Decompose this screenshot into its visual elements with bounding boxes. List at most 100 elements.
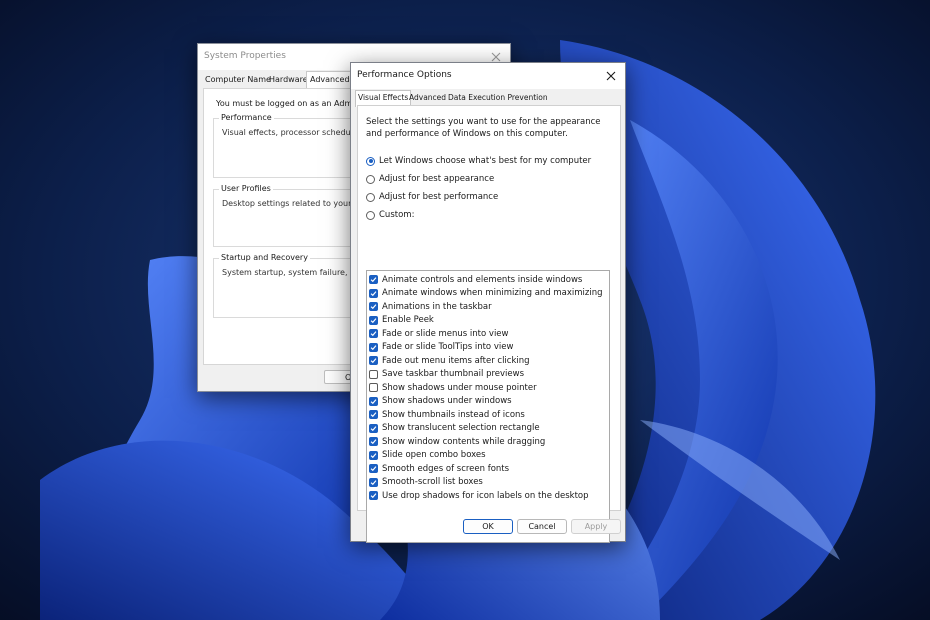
performance-options-titlebar[interactable]: Performance Options: [351, 63, 625, 89]
performance-options-window: Performance Options Visual Effects Advan…: [350, 62, 626, 543]
effect-list-item[interactable]: Enable Peek: [369, 314, 607, 328]
checkbox-checked[interactable]: [369, 288, 378, 298]
effect-label: Fade or slide menus into view: [382, 328, 509, 339]
visual-effects-list-items: Animate controls and elements inside win…: [369, 273, 607, 503]
effect-list-item[interactable]: Show thumbnails instead of icons: [369, 408, 607, 422]
performance-options-title: Performance Options: [357, 70, 452, 80]
effect-list-item[interactable]: Fade or slide menus into view: [369, 327, 607, 341]
close-icon: [491, 52, 501, 62]
apply-button[interactable]: Apply: [571, 519, 621, 534]
checkmark-icon: [370, 452, 377, 458]
checkbox-checked[interactable]: [369, 329, 378, 339]
radio-button[interactable]: [366, 174, 375, 184]
checkmark-icon: [370, 344, 377, 350]
checkmark-icon: [370, 277, 377, 283]
radio-label: Let Windows choose what's best for my co…: [379, 156, 592, 166]
effect-list-item[interactable]: Fade or slide ToolTips into view: [369, 341, 607, 355]
radio-custom[interactable]: Custom:: [366, 208, 414, 222]
effect-list-item[interactable]: Use drop shadows for icon labels on the …: [369, 489, 607, 503]
effect-label: Fade out menu items after clicking: [382, 355, 530, 366]
ok-button[interactable]: OK: [463, 519, 513, 534]
effect-list-item[interactable]: Smooth edges of screen fonts: [369, 462, 607, 476]
checkmark-icon: [370, 439, 377, 445]
system-properties-title: System Properties: [204, 51, 286, 61]
checkbox-checked[interactable]: [369, 464, 378, 474]
visual-effects-panel: Select the settings you want to use for …: [357, 105, 621, 543]
checkbox-checked[interactable]: [369, 477, 378, 487]
tab-advanced[interactable]: Advanced: [306, 71, 354, 88]
effect-label: Show shadows under mouse pointer: [382, 382, 537, 393]
effect-label: Animations in the taskbar: [382, 301, 492, 312]
checkmark-icon: [370, 398, 377, 404]
checkmark-icon: [370, 412, 377, 418]
cancel-button[interactable]: Cancel: [517, 519, 567, 534]
effect-list-item[interactable]: Slide open combo boxes: [369, 449, 607, 463]
checkmark-icon: [370, 290, 377, 296]
effect-list-item[interactable]: Animations in the taskbar: [369, 300, 607, 314]
visual-effects-list[interactable]: Animate controls and elements inside win…: [366, 270, 610, 543]
tab-hardware[interactable]: Hardware: [266, 72, 311, 87]
startup-recovery-group-label: Startup and Recovery: [219, 253, 310, 262]
effect-label: Animate controls and elements inside win…: [382, 274, 583, 285]
checkbox-checked[interactable]: [369, 315, 378, 325]
checkbox-checked[interactable]: [369, 396, 378, 406]
radio-label: Adjust for best performance: [379, 192, 499, 202]
radio-label: Adjust for best appearance: [379, 174, 495, 184]
effect-label: Show shadows under windows: [382, 396, 512, 407]
tab-advanced[interactable]: Advanced: [407, 91, 448, 105]
visual-effects-description: Select the settings you want to use for …: [366, 117, 601, 139]
effect-list-item[interactable]: Show shadows under mouse pointer: [369, 381, 607, 395]
performance-options-close-button[interactable]: [601, 66, 621, 86]
radio-button[interactable]: [366, 210, 375, 220]
radio-best-appearance[interactable]: Adjust for best appearance: [366, 172, 494, 186]
radio-button[interactable]: [366, 156, 375, 166]
checkbox-unchecked[interactable]: [369, 369, 378, 379]
effect-label: Use drop shadows for icon labels on the …: [382, 490, 589, 501]
checkmark-icon: [370, 425, 377, 431]
checkmark-icon: [370, 317, 377, 323]
checkmark-icon: [370, 304, 377, 310]
tab-computer-name[interactable]: Computer Name: [202, 72, 274, 87]
checkbox-unchecked[interactable]: [369, 383, 378, 393]
checkmark-icon: [370, 493, 377, 499]
effect-label: Smooth-scroll list boxes: [382, 477, 483, 488]
effect-label: Show window contents while dragging: [382, 436, 546, 447]
effect-label: Smooth edges of screen fonts: [382, 463, 510, 474]
effect-label: Show thumbnails instead of icons: [382, 409, 525, 420]
checkmark-icon: [370, 466, 377, 472]
checkbox-checked[interactable]: [369, 437, 378, 447]
effect-label: Enable Peek: [382, 315, 434, 326]
effect-list-item[interactable]: Save taskbar thumbnail previews: [369, 368, 607, 382]
checkbox-checked[interactable]: [369, 275, 378, 285]
checkmark-icon: [370, 479, 377, 485]
checkbox-checked[interactable]: [369, 342, 378, 352]
radio-label: Custom:: [379, 210, 415, 220]
checkbox-checked[interactable]: [369, 450, 378, 460]
checkbox-checked[interactable]: [369, 423, 378, 433]
effect-list-item[interactable]: Fade out menu items after clicking: [369, 354, 607, 368]
checkbox-checked[interactable]: [369, 356, 378, 366]
checkbox-checked[interactable]: [369, 410, 378, 420]
effect-label: Animate windows when minimizing and maxi…: [382, 288, 603, 299]
effect-list-item[interactable]: Animate controls and elements inside win…: [369, 273, 607, 287]
effect-list-item[interactable]: Show window contents while dragging: [369, 435, 607, 449]
close-icon: [606, 71, 616, 81]
radio-let-windows-choose[interactable]: Let Windows choose what's best for my co…: [366, 154, 591, 168]
checkbox-checked[interactable]: [369, 302, 378, 312]
effect-list-item[interactable]: Show shadows under windows: [369, 395, 607, 409]
effect-label: Fade or slide ToolTips into view: [382, 342, 514, 353]
effect-label: Save taskbar thumbnail previews: [382, 369, 524, 380]
effect-list-item[interactable]: Animate windows when minimizing and maxi…: [369, 287, 607, 301]
checkmark-icon: [370, 331, 377, 337]
effect-label: Slide open combo boxes: [382, 450, 486, 461]
checkbox-checked[interactable]: [369, 491, 378, 501]
radio-best-performance[interactable]: Adjust for best performance: [366, 190, 498, 204]
user-profiles-group-label: User Profiles: [219, 184, 273, 193]
effect-list-item[interactable]: Smooth-scroll list boxes: [369, 476, 607, 490]
tab-data-execution-prevention[interactable]: Data Execution Prevention: [446, 91, 550, 105]
checkmark-icon: [370, 358, 377, 364]
effect-label: Show translucent selection rectangle: [382, 423, 540, 434]
performance-group-label: Performance: [219, 113, 274, 122]
effect-list-item[interactable]: Show translucent selection rectangle: [369, 422, 607, 436]
radio-button[interactable]: [366, 192, 375, 202]
